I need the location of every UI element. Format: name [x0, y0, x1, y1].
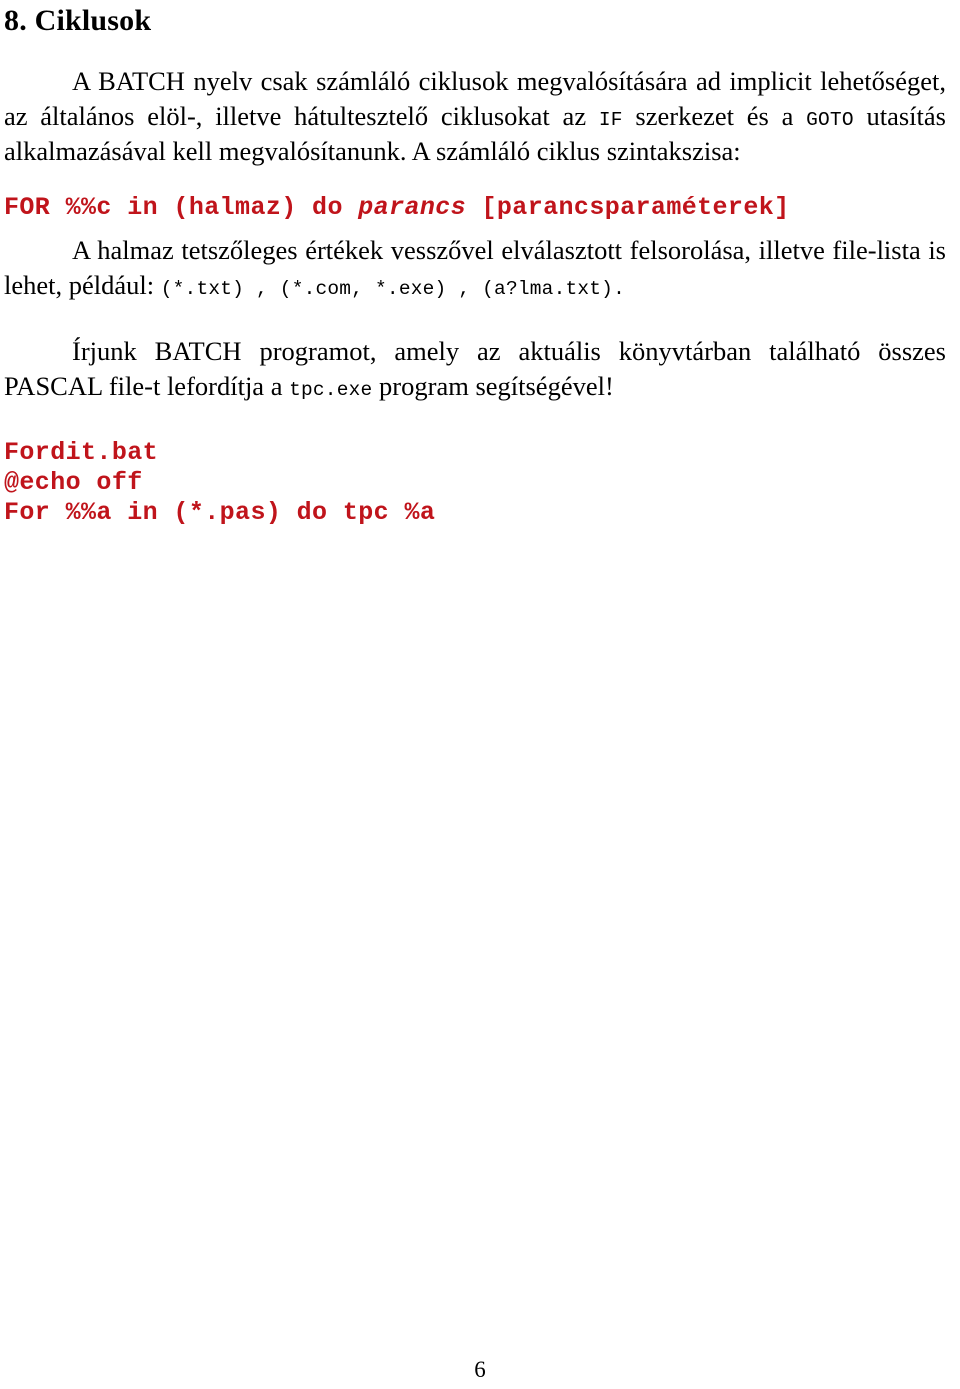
paragraph-intro-text-2: szerkezet és a — [622, 100, 807, 131]
code-line-for-loop: For %%a in (*.pas) do tpc %a — [4, 497, 436, 527]
section-heading: 8. Ciklusok — [4, 4, 152, 37]
page-number: 6 — [474, 1357, 486, 1382]
paragraph-halmaz: A halmaz tetszőleges értékek vesszővel e… — [4, 233, 946, 304]
for-syntax-prefix: FOR %%c in (halmaz) do — [4, 192, 359, 222]
example-separator-1: , — [244, 278, 280, 301]
keyword-goto: GOTO — [806, 108, 854, 131]
page-content: 8. Ciklusok A BATCH nyelv csak számláló … — [0, 4, 960, 528]
example-separator-2: , — [446, 278, 483, 301]
code-line-filename: Fordit.bat — [4, 438, 159, 468]
example-period: . — [613, 278, 625, 301]
document-page: 8. Ciklusok A BATCH nyelv csak számláló … — [0, 4, 960, 1389]
for-syntax-suffix: [parancsparaméterek] — [466, 192, 790, 222]
paragraph-exercise: Írjunk BATCH programot, amely az aktuáli… — [4, 334, 946, 405]
example-wildcard-alma: (a?lma.txt) — [482, 278, 614, 301]
batch-code-block: Fordit.bat @echo off For %%a in (*.pas) do… — [4, 438, 946, 527]
code-line-echo-off: @echo off — [4, 468, 143, 498]
paragraph-exercise-text-2: program segítségével! — [372, 371, 614, 402]
keyword-if: IF — [598, 108, 623, 131]
example-wildcard-txt: (*.txt) — [160, 278, 245, 301]
for-syntax-command-placeholder: parancs — [358, 192, 467, 222]
keyword-tpc-exe: tpc.exe — [289, 379, 373, 402]
paragraph-intro: A BATCH nyelv csak számláló ciklusok meg… — [4, 64, 946, 170]
for-syntax-line: FOR %%c in (halmaz) do parancs [parancsp… — [4, 192, 946, 223]
example-wildcard-com-exe: (*.com, *.exe) — [279, 278, 447, 301]
